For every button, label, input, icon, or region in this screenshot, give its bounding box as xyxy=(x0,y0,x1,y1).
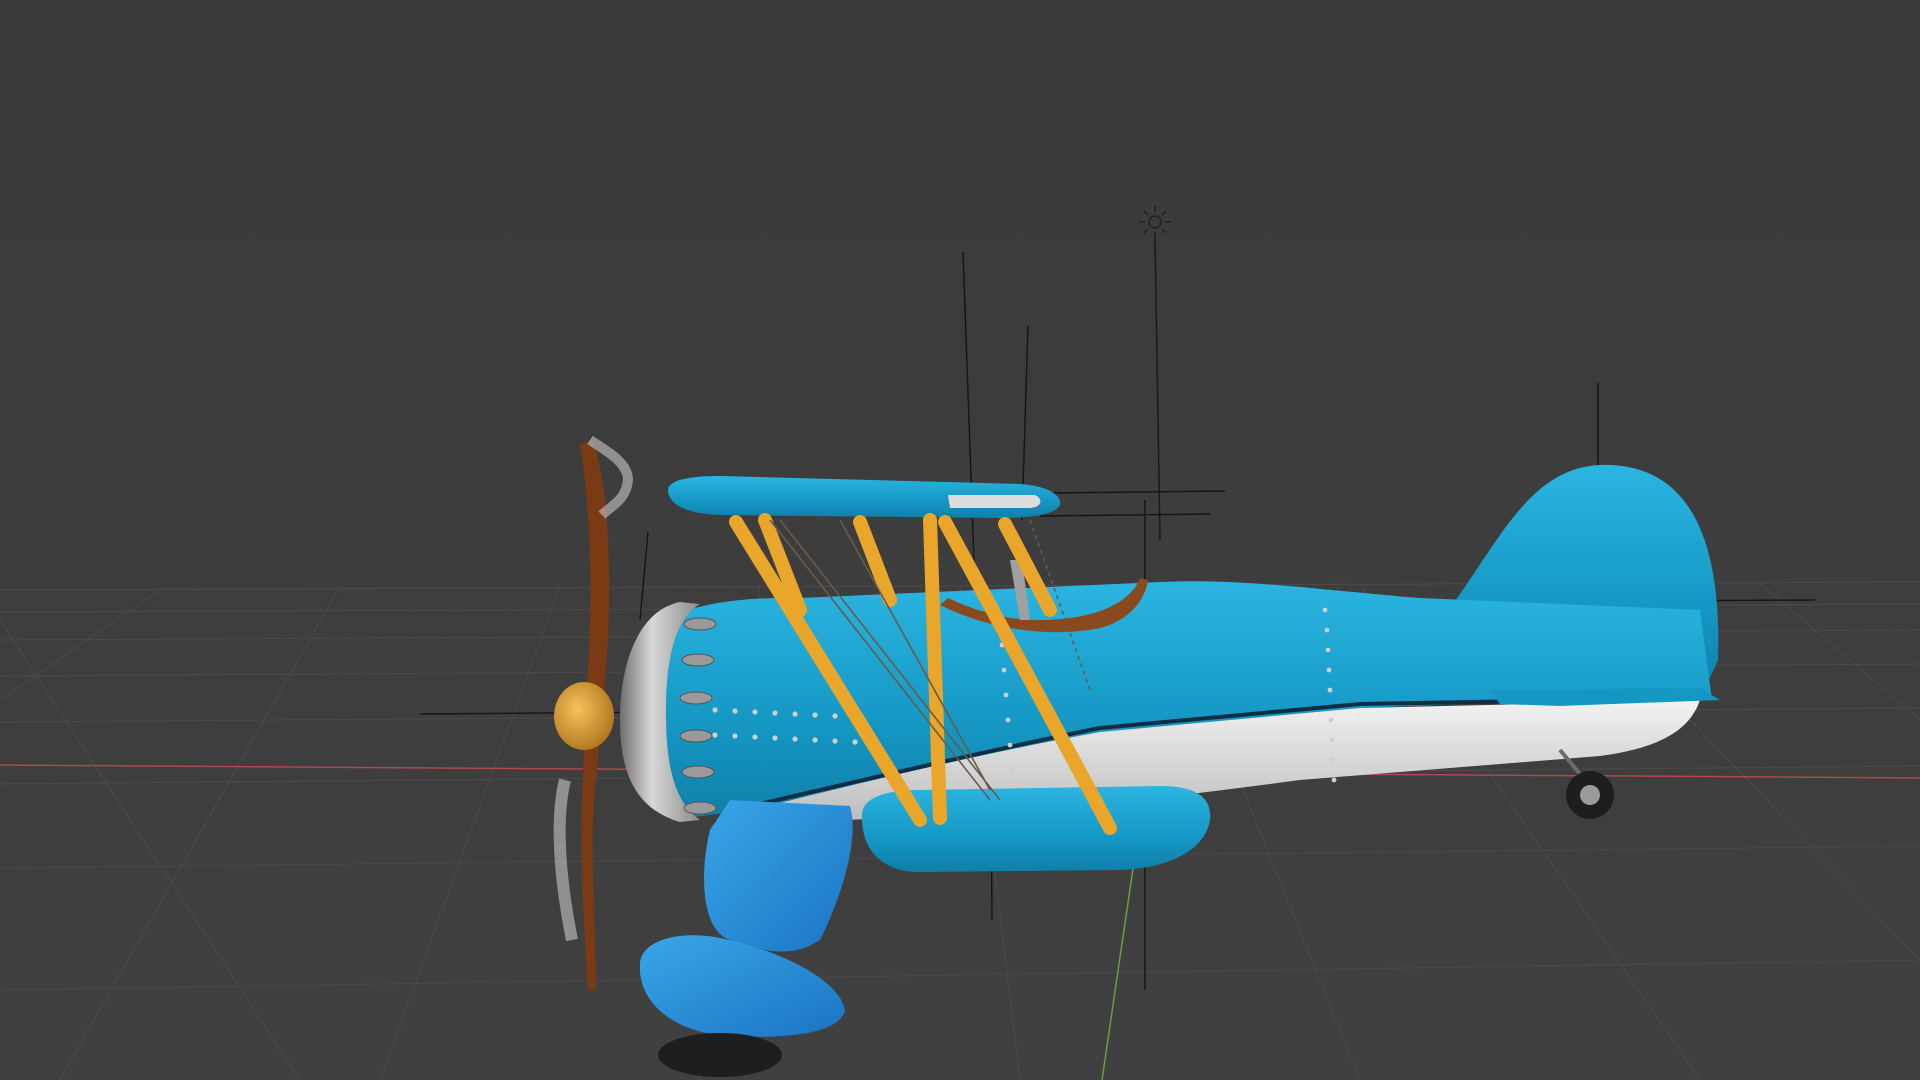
main-wheel xyxy=(658,1033,782,1077)
viewport-canvas[interactable] xyxy=(0,0,1920,1080)
3d-viewport[interactable] xyxy=(0,0,1920,1080)
wing-aileron-tip xyxy=(948,495,1041,508)
propeller-spinner xyxy=(554,682,614,750)
